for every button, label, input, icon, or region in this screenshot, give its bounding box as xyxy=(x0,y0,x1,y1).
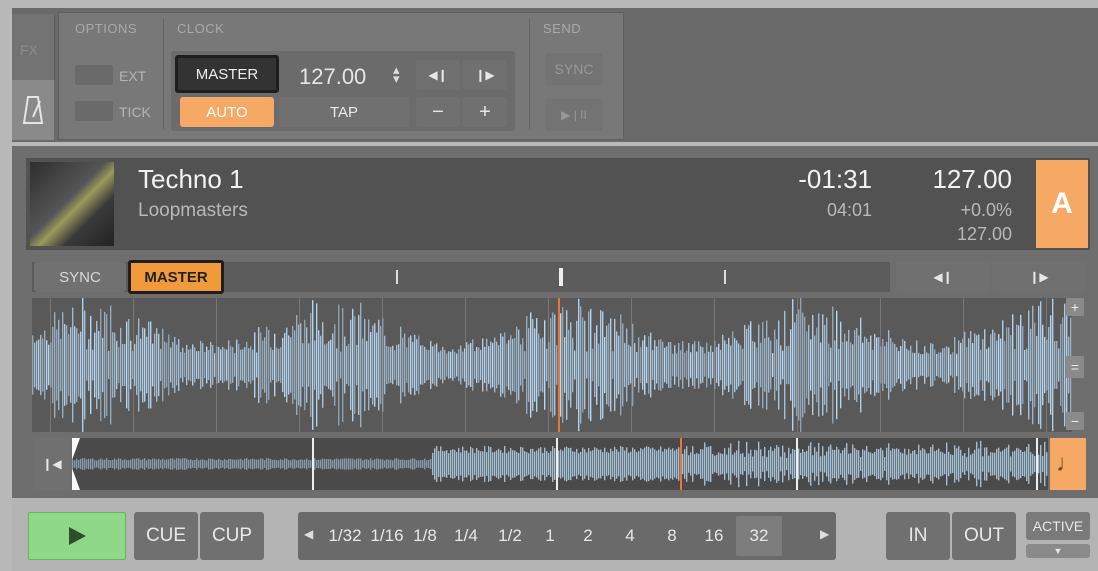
beatjump-back-button[interactable]: ◀❙ xyxy=(896,262,990,292)
zoom-out-button[interactable]: − xyxy=(1066,412,1084,430)
clock-master-button[interactable]: MASTER xyxy=(175,55,279,93)
fx-label: FX xyxy=(20,42,38,58)
top-bar: FX OPTIONS EXT TICK CLOCK MASTER 127.00 … xyxy=(12,8,1098,142)
send-header: SEND xyxy=(543,21,582,36)
loop-size-16-button[interactable]: 16 xyxy=(692,516,736,556)
waveform-overview[interactable] xyxy=(72,438,1048,490)
metronome-icon xyxy=(22,96,44,124)
deck-sync-button[interactable]: SYNC xyxy=(34,262,126,292)
zoom-reset-button[interactable]: = xyxy=(1066,356,1084,378)
loop-active-dropdown[interactable]: ▼ xyxy=(1026,544,1090,558)
tempo-value[interactable]: 127.00 xyxy=(299,64,366,90)
fx-tab[interactable]: FX xyxy=(12,14,55,80)
jump-to-start-button[interactable]: ❙◀ xyxy=(34,438,70,490)
tick-toggle[interactable] xyxy=(75,101,113,121)
original-bpm: 127.00 xyxy=(956,224,1012,244)
auto-button[interactable]: AUTO xyxy=(180,97,274,127)
tempo-nudge-back-button[interactable]: ◀❙ xyxy=(416,60,460,90)
overview-playhead xyxy=(680,438,682,490)
loop-next-icon[interactable]: ▶ xyxy=(820,527,829,541)
options-panel: OPTIONS EXT TICK CLOCK MASTER 127.00 ▴ ▾ … xyxy=(58,12,624,140)
deck-master-button[interactable]: MASTER xyxy=(128,260,224,294)
track-header: Techno 1 Loopmasters -01:31 04:01 127.00… xyxy=(26,158,1090,250)
divider xyxy=(163,19,164,129)
cup-button[interactable]: CUP xyxy=(200,512,264,560)
deck-letter-button[interactable]: A xyxy=(1036,160,1088,248)
phase-marker xyxy=(724,270,726,284)
send-sync-button[interactable]: SYNC xyxy=(545,53,603,85)
loop-size-1-8-button[interactable]: 1/8 xyxy=(406,516,444,556)
tap-button[interactable]: TAP xyxy=(279,97,409,127)
loop-size-4-button[interactable]: 4 xyxy=(608,516,652,556)
pitch-display: +0.0% xyxy=(960,200,1012,220)
track-title: Techno 1 xyxy=(138,164,244,194)
deck-a: Techno 1 Loopmasters -01:31 04:01 127.00… xyxy=(12,146,1098,571)
loop-size-2-button[interactable]: 2 xyxy=(568,516,608,556)
loop-prev-icon[interactable]: ◀ xyxy=(304,527,313,541)
divider xyxy=(529,19,530,129)
tempo-nudge-forward-button[interactable]: ❙▶ xyxy=(463,60,507,90)
cue-button[interactable]: CUE xyxy=(134,512,198,560)
loop-size-1-4-button[interactable]: 1/4 xyxy=(444,516,488,556)
metronome-tab[interactable] xyxy=(12,80,54,140)
remaining-time: -01:31 xyxy=(798,164,872,194)
phase-marker xyxy=(396,270,398,284)
track-artist: Loopmasters xyxy=(138,200,248,221)
loop-active-button[interactable]: ACTIVE xyxy=(1026,512,1090,540)
play-icon xyxy=(69,527,86,545)
tempo-minus-button[interactable]: − xyxy=(416,97,460,127)
loop-size-list: 1/32 1/16 1/8 1/4 1/2 1 2 4 8 16 32 xyxy=(322,512,818,560)
send-play-pause-button[interactable]: ▶ | II xyxy=(545,99,603,131)
loop-size-32-button[interactable]: 32 xyxy=(736,516,782,556)
bpm-display: 127.00 xyxy=(932,164,1012,194)
waveform-overview-svg xyxy=(72,438,1048,490)
ext-toggle[interactable] xyxy=(75,65,113,85)
ext-label: EXT xyxy=(119,68,147,84)
loop-size-1-16-button[interactable]: 1/16 xyxy=(368,516,406,556)
clock-header: CLOCK xyxy=(177,21,225,36)
total-time: 04:01 xyxy=(826,200,872,220)
options-header: OPTIONS xyxy=(75,21,138,36)
playhead xyxy=(558,298,560,432)
zoom-in-button[interactable]: + xyxy=(1066,298,1084,316)
play-button[interactable] xyxy=(28,512,126,560)
tempo-stepper-icon[interactable]: ▴ ▾ xyxy=(393,63,400,85)
album-art xyxy=(30,162,114,246)
loop-out-button[interactable]: OUT xyxy=(952,512,1016,560)
waveform-main[interactable] xyxy=(32,298,1072,432)
loop-size-1-2-button[interactable]: 1/2 xyxy=(488,516,532,556)
loop-in-button[interactable]: IN xyxy=(886,512,950,560)
beatjump-forward-button[interactable]: ❙▶ xyxy=(992,262,1086,292)
loop-size-1-32-button[interactable]: 1/32 xyxy=(322,516,368,556)
phase-center-marker xyxy=(559,268,563,286)
waveform-main-svg xyxy=(32,298,1072,432)
loop-size-8-button[interactable]: 8 xyxy=(652,516,692,556)
tick-label: TICK xyxy=(119,104,151,120)
track-note-button[interactable]: ♩ xyxy=(1050,438,1086,490)
loop-size-1-button[interactable]: 1 xyxy=(532,516,568,556)
tempo-plus-button[interactable]: + xyxy=(463,97,507,127)
